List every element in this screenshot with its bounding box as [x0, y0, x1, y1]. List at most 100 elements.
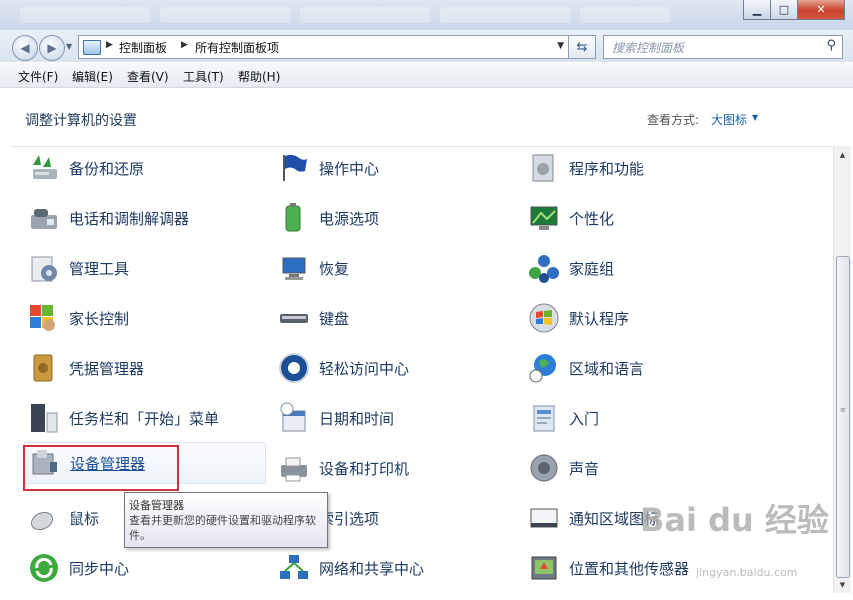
notification-area-icon	[530, 508, 558, 528]
item-label: 鼠标	[69, 510, 100, 528]
item-getting-started[interactable]: 入门	[524, 398, 764, 438]
refresh-button[interactable]: ⇆	[568, 35, 596, 59]
scroll-up-icon[interactable]: ▲	[834, 146, 851, 163]
item-homegroup[interactable]: 家庭组	[524, 248, 764, 288]
item-action-center[interactable]: 操作中心	[274, 148, 514, 188]
sound-speaker-icon	[530, 454, 558, 482]
personalization-icon	[530, 206, 558, 230]
taskbar-ghost	[160, 7, 290, 23]
address-dropdown-icon[interactable]: ▼	[557, 41, 564, 51]
ease-of-access-icon	[279, 353, 309, 383]
search-box[interactable]: 搜索控制面板 ⚲	[603, 35, 843, 59]
item-region-language[interactable]: 区域和语言	[524, 348, 764, 388]
item-label: 家长控制	[69, 310, 130, 328]
maximize-button[interactable]: □	[770, 0, 798, 20]
date-time-icon	[280, 402, 306, 432]
item-backup-restore[interactable]: 备份和还原	[24, 148, 264, 188]
scrollbar-thumb[interactable]: ≡	[836, 256, 850, 578]
homegroup-icon	[529, 255, 559, 283]
item-personalization[interactable]: 个性化	[524, 198, 764, 238]
mouse-icon	[30, 511, 54, 531]
forward-button[interactable]: ▶	[39, 35, 65, 61]
address-bar[interactable]: ▶ 控制面板 ▶ 所有控制面板项 ▼	[78, 35, 569, 59]
highlight-box	[23, 445, 179, 491]
region-language-icon	[529, 354, 556, 383]
baidu-watermark-url: jingyan.baidu.com	[696, 566, 798, 579]
item-parental-controls[interactable]: 家长控制	[24, 298, 264, 338]
power-options-icon	[285, 203, 301, 232]
item-label: 管理工具	[69, 260, 130, 278]
grip-icon: ≡	[840, 406, 846, 414]
item-phone-modem[interactable]: 电话和调制解调器	[24, 198, 264, 238]
keyboard-icon	[280, 314, 308, 323]
item-label: 设备和打印机	[319, 460, 410, 478]
item-label: 入门	[569, 410, 600, 428]
close-button[interactable]: ✕	[797, 0, 845, 20]
breadcrumb-all-items[interactable]: 所有控制面板项	[195, 39, 279, 56]
phone-modem-icon	[31, 209, 57, 229]
back-button[interactable]: ◀	[12, 35, 38, 61]
item-ease-of-access[interactable]: 轻松访问中心	[274, 348, 514, 388]
item-label: 轻松访问中心	[319, 360, 410, 378]
taskbar-ghost	[580, 7, 670, 23]
menu-help[interactable]: 帮助(H)	[238, 68, 280, 85]
breadcrumb-control-panel[interactable]: 控制面板	[119, 39, 167, 56]
item-label: 备份和还原	[69, 160, 145, 178]
item-label: 操作中心	[319, 160, 380, 178]
getting-started-icon	[533, 405, 555, 432]
item-label: 凭据管理器	[69, 360, 145, 378]
item-default-programs[interactable]: 默认程序	[524, 298, 764, 338]
item-credential-manager[interactable]: 凭据管理器	[24, 348, 264, 388]
item-label: 声音	[569, 460, 600, 478]
tooltip-body: 查看并更新您的硬件设置和驱动程序软件。	[129, 514, 316, 542]
item-taskbar-start-menu[interactable]: 任务栏和「开始」菜单	[24, 398, 264, 438]
caret-down-icon[interactable]: ▼	[752, 113, 758, 122]
menu-tools[interactable]: 工具(T)	[183, 68, 224, 85]
menu-bar: 文件(F) 编辑(E) 查看(V) 工具(T) 帮助(H)	[0, 63, 853, 88]
refresh-icon: ⇆	[576, 39, 588, 55]
minimize-button[interactable]: ▁	[743, 0, 771, 20]
vertical-scrollbar[interactable]: ▲ ≡ ▼	[833, 146, 851, 593]
item-label: 同步中心	[69, 560, 130, 578]
scroll-down-icon[interactable]: ▼	[834, 576, 851, 593]
view-mode-dropdown[interactable]: 大图标	[711, 111, 747, 128]
address-row: ◀ ▶ ▼ ▶ 控制面板 ▶ 所有控制面板项 ▼ ⇆ 搜索控制面板 ⚲	[0, 30, 853, 62]
credential-manager-icon	[33, 354, 53, 382]
item-label: 日期和时间	[319, 410, 395, 428]
search-input[interactable]: 搜索控制面板	[612, 39, 684, 56]
item-label: 默认程序	[569, 310, 630, 328]
item-programs-features[interactable]: 程序和功能	[524, 148, 764, 188]
taskbar-ghost	[300, 7, 430, 23]
item-date-time[interactable]: 日期和时间	[274, 398, 514, 438]
page-title: 调整计算机的设置	[25, 113, 137, 129]
network-sharing-icon	[280, 555, 308, 579]
back-arrow-icon: ◀	[20, 41, 30, 55]
item-network-sharing[interactable]: 网络和共享中心	[274, 548, 514, 588]
chevron-right-icon[interactable]: ▶	[106, 40, 113, 50]
control-panel-window: ▁ □ ✕ ◀ ▶ ▼ ▶ 控制面板 ▶ 所有控制面板项 ▼ ⇆ 搜索控制面板 …	[0, 0, 853, 600]
item-power-options[interactable]: 电源选项	[274, 198, 514, 238]
search-icon[interactable]: ⚲	[826, 38, 836, 53]
item-label: 索引选项	[319, 510, 380, 528]
item-sound[interactable]: 声音	[524, 448, 764, 488]
menu-view[interactable]: 查看(V)	[127, 68, 169, 85]
taskbar-ghost	[440, 7, 570, 23]
menu-file[interactable]: 文件(F)	[18, 68, 58, 85]
view-mode-label: 查看方式:	[647, 113, 700, 127]
chevron-right-icon[interactable]: ▶	[181, 40, 188, 50]
item-label: 区域和语言	[569, 360, 645, 378]
menu-edit[interactable]: 编辑(E)	[72, 68, 113, 85]
tooltip: 设备管理器 查看并更新您的硬件设置和驱动程序软件。	[124, 492, 328, 548]
header-divider	[10, 146, 833, 147]
item-devices-printers[interactable]: 设备和打印机	[274, 448, 514, 488]
recent-pages-dropdown[interactable]: ▼	[66, 42, 72, 51]
item-keyboard[interactable]: 键盘	[274, 298, 514, 338]
item-label: 电话和调制解调器	[69, 210, 190, 228]
title-bar: ▁ □ ✕	[0, 0, 853, 30]
item-admin-tools[interactable]: 管理工具	[24, 248, 264, 288]
item-label: 键盘	[319, 310, 350, 328]
item-sync-center[interactable]: 同步中心	[24, 548, 264, 588]
item-recovery[interactable]: 恢复	[274, 248, 514, 288]
item-label: 程序和功能	[569, 160, 645, 178]
item-label: 网络和共享中心	[319, 560, 425, 578]
